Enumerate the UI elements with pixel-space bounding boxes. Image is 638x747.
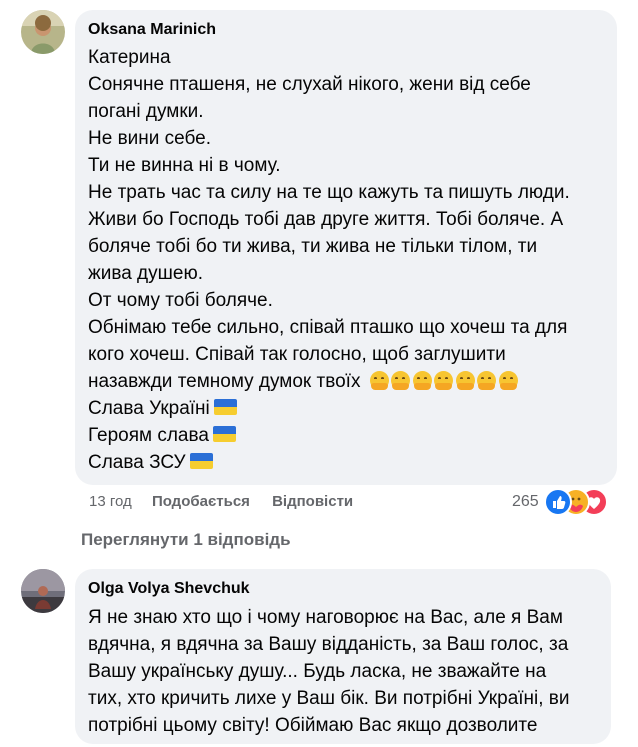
comment-line: Ти не винна ні в чому. <box>88 155 281 176</box>
hugging-face-icon <box>434 371 454 390</box>
comment-author[interactable]: Olga Volya Shevchuk <box>88 579 599 599</box>
ukraine-flag-icon <box>189 453 213 469</box>
comment-line: погані думки. <box>88 101 204 122</box>
like-reaction-icon <box>544 488 572 516</box>
comment-actions: 13 год Подобається Відповісти <box>89 493 353 511</box>
hug-emoji-group <box>369 371 521 392</box>
comment-line-text: Героям слава <box>88 425 209 446</box>
ukraine-flag-icon <box>212 426 236 442</box>
avatar-oksana[interactable] <box>21 10 65 54</box>
comment-line: Не трать час та силу на те що кажуть та … <box>88 182 570 203</box>
comment-line-with-flag: Героям слава <box>88 422 605 449</box>
like-button[interactable]: Подобається <box>152 493 250 510</box>
comment-bubble-olga: Olga Volya Shevchuk Я не знаю хто що і ч… <box>75 569 611 744</box>
comment-line: вдячна, я вдячна за Вашу відданість, за … <box>88 634 569 655</box>
comment-line: Не вини себе. <box>88 128 212 149</box>
reaction-count[interactable]: 265 <box>512 492 539 512</box>
comment-line: Вашу українську душу... Будь ласка, не з… <box>88 661 547 682</box>
comment-bubble-oksana: Oksana Marinich Катерина Сонячне пташеня… <box>75 10 617 485</box>
comment-line-with-emoji: назавжди темному думок твоїх <box>88 368 605 395</box>
comment-line-with-flag: Слава Україні <box>88 395 605 422</box>
comment-line-text: Слава Україні <box>88 398 210 419</box>
comment-author[interactable]: Oksana Marinich <box>88 20 605 40</box>
comment-line: тих, хто кричить лихе у Ваш бік. Ви потр… <box>88 688 570 709</box>
comment-line-text: назавжди темному думок твоїх <box>88 371 361 392</box>
comment-line: боляче тобі бо ти жива, ти жива не тільк… <box>88 236 538 257</box>
avatar-olga[interactable] <box>21 569 65 613</box>
comment-line: Катерина <box>88 47 171 68</box>
hugging-face-icon <box>412 371 432 390</box>
hugging-face-icon <box>369 371 389 390</box>
reply-button[interactable]: Відповісти <box>272 493 353 510</box>
hugging-face-icon <box>477 371 497 390</box>
comment-line: кого хочеш. Співай так голосно, щоб загл… <box>88 344 506 365</box>
hugging-face-icon <box>455 371 475 390</box>
comment-line: Я не знаю хто що і чому наговорює на Вас… <box>88 607 563 628</box>
comment-line-text: Слава ЗСУ <box>88 452 186 473</box>
comment-line-with-flag: Слава ЗСУ <box>88 449 605 476</box>
hugging-face-icon <box>391 371 411 390</box>
comment-line: От чому тобі боляче. <box>88 290 273 311</box>
comment-line: Сонячне пташеня, не слухай нікого, жени … <box>88 74 531 95</box>
hugging-face-icon <box>498 371 518 390</box>
comment-time[interactable]: 13 год <box>89 493 132 510</box>
view-replies-link[interactable]: Переглянути 1 відповідь <box>81 529 291 551</box>
comment-text: Катерина Сонячне пташеня, не слухай ніко… <box>88 44 605 476</box>
comment-line: Живи бо Господь тобі дав друге життя. То… <box>88 209 564 230</box>
reactions-summary[interactable] <box>544 488 616 516</box>
ukraine-flag-icon <box>213 399 237 415</box>
comment-line: жива душею. <box>88 263 203 284</box>
comment-line: потрібні цьому світу! Обіймаю Вас якщо д… <box>88 715 538 736</box>
comment-line: Обнімаю тебе сильно, співай пташко що хо… <box>88 317 568 338</box>
comment-text: Я не знаю хто що і чому наговорює на Вас… <box>88 604 599 739</box>
